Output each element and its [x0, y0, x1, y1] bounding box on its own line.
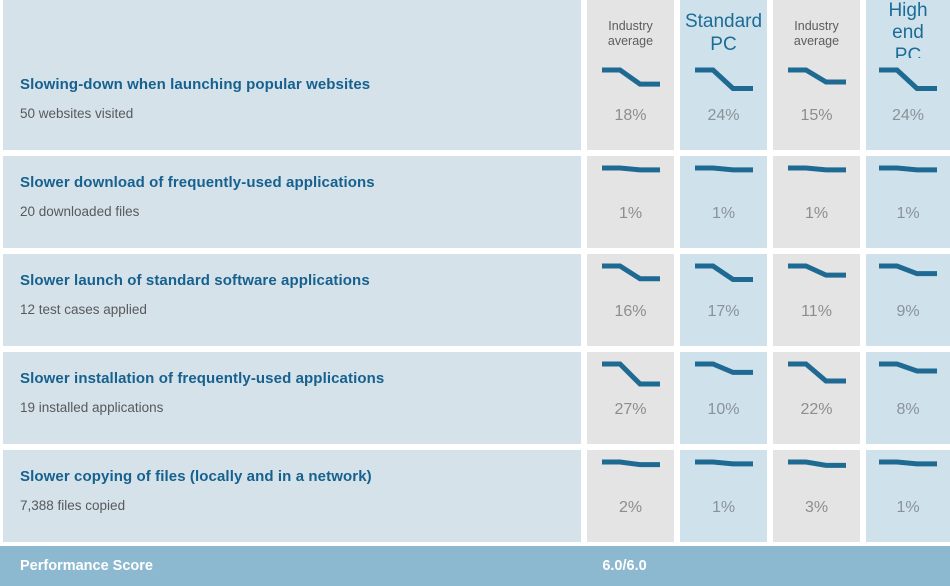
sparkline-icon: [601, 361, 660, 387]
sparkline-icon: [694, 459, 753, 467]
metric-percentage: 15%: [800, 107, 833, 124]
metric-value-cell: 18%: [587, 58, 674, 150]
metric-value-cell: 1%: [680, 450, 767, 542]
metric-title: Slowing-down when launching popular webs…: [20, 76, 371, 93]
metric-percentage: 3%: [804, 499, 829, 516]
metric-percentage: 1%: [618, 205, 643, 222]
metric-value-cell: 17%: [680, 254, 767, 346]
metric-title: Slower installation of frequently-used a…: [20, 370, 385, 387]
metric-value-cell: 1%: [773, 156, 860, 248]
metric-title: Slower download of frequently-used appli…: [20, 174, 375, 191]
sparkline-icon: [694, 361, 753, 375]
metric-value-cell: 15%: [773, 58, 860, 150]
metric-percentage: 24%: [891, 107, 925, 124]
metric-percentage: 1%: [896, 499, 920, 516]
metric-percentage: 2%: [618, 499, 643, 516]
metric-subtitle: 20 downloaded files: [20, 204, 140, 219]
metric-percentage: 1%: [711, 499, 736, 516]
sparkline-icon: [879, 263, 937, 277]
performance-score-label: Performance Score: [20, 558, 153, 574]
metric-value-cell: 9%: [866, 254, 950, 346]
performance-score-value: 6.0/6.0: [602, 558, 647, 574]
metric-value-cell: 24%: [680, 58, 767, 150]
sparkline-icon: [601, 459, 660, 468]
sparkline-icon: [601, 165, 660, 173]
sparkline-icon: [787, 67, 846, 85]
metric-value-cell: 24%: [866, 58, 950, 150]
metric-value-cell: 27%: [587, 352, 674, 444]
sparkline-icon: [787, 165, 846, 173]
table-header-row: Industry average Standard PC Industry av…: [0, 0, 950, 68]
metric-value-cell: 10%: [680, 352, 767, 444]
metric-title: Slower launch of standard software appli…: [20, 272, 370, 289]
sparkline-icon: [787, 263, 846, 278]
header-col-line1: Industry: [608, 18, 653, 33]
metric-percentage: 27%: [614, 401, 647, 418]
table-row: Slower download of frequently-used appli…: [0, 156, 950, 248]
header-col-line2: average: [607, 33, 654, 48]
metric-percentage: 8%: [896, 401, 920, 418]
sparkline-icon: [601, 67, 660, 87]
metric-percentage: 17%: [707, 303, 740, 320]
metric-label-cell: Slower launch of standard software appli…: [0, 254, 581, 346]
metric-percentage: 1%: [896, 205, 920, 222]
metric-label-cell: Slower installation of frequently-used a…: [0, 352, 581, 444]
performance-comparison-table: Industry average Standard PC Industry av…: [0, 0, 950, 586]
sparkline-icon: [879, 361, 937, 374]
header-col-line1: High end: [888, 0, 928, 44]
header-col-line1: Industry: [794, 18, 839, 33]
metric-value-cell: 22%: [773, 352, 860, 444]
header-col-line2: PC: [710, 33, 737, 55]
sparkline-icon: [879, 459, 937, 467]
metric-value-cell: 8%: [866, 352, 950, 444]
metric-value-cell: 2%: [587, 450, 674, 542]
header-col-line2: average: [793, 33, 840, 48]
metric-subtitle: 12 test cases applied: [20, 302, 147, 317]
metric-value-cell: 3%: [773, 450, 860, 542]
performance-score-bar: Performance Score 6.0/6.0: [0, 546, 950, 586]
left-edge-rail: [0, 0, 3, 546]
metric-subtitle: 7,388 files copied: [20, 498, 126, 513]
metric-value-cell: 11%: [773, 254, 860, 346]
table-row: Slower launch of standard software appli…: [0, 254, 950, 346]
metric-title: Slower copying of files (locally and in …: [20, 468, 372, 485]
metric-percentage: 9%: [896, 303, 920, 320]
sparkline-icon: [787, 361, 846, 384]
metric-percentage: 18%: [614, 107, 647, 124]
metric-value-cell: 1%: [587, 156, 674, 248]
metric-value-cell: 1%: [680, 156, 767, 248]
metric-percentage: 1%: [804, 205, 829, 222]
metric-percentage: 16%: [614, 303, 647, 320]
metric-percentage: 22%: [800, 401, 833, 418]
sparkline-icon: [879, 165, 937, 173]
metric-percentage: 10%: [707, 401, 740, 418]
metric-value-cell: 1%: [866, 156, 950, 248]
metric-subtitle: 50 websites visited: [20, 106, 134, 121]
metric-subtitle: 19 installed applications: [20, 400, 164, 415]
metric-label-cell: Slowing-down when launching popular webs…: [0, 58, 581, 150]
metric-label-cell: Slower copying of files (locally and in …: [0, 450, 581, 542]
metric-percentage: 11%: [801, 303, 832, 320]
table-row: Slower copying of files (locally and in …: [0, 450, 950, 542]
sparkline-icon: [601, 263, 660, 282]
table-body: Slowing-down when launching popular webs…: [0, 58, 950, 542]
metric-label-cell: Slower download of frequently-used appli…: [0, 156, 581, 248]
sparkline-icon: [694, 67, 753, 91]
table-row: Slower installation of frequently-used a…: [0, 352, 950, 444]
sparkline-icon: [787, 459, 846, 468]
sparkline-icon: [879, 67, 937, 91]
metric-percentage: 24%: [707, 107, 740, 124]
header-col-line1: Standard: [684, 11, 763, 33]
table-row: Slowing-down when launching popular webs…: [0, 58, 950, 150]
metric-value-cell: 16%: [587, 254, 674, 346]
sparkline-icon: [694, 263, 753, 282]
sparkline-icon: [694, 165, 753, 173]
metric-percentage: 1%: [711, 205, 736, 222]
metric-value-cell: 1%: [866, 450, 950, 542]
